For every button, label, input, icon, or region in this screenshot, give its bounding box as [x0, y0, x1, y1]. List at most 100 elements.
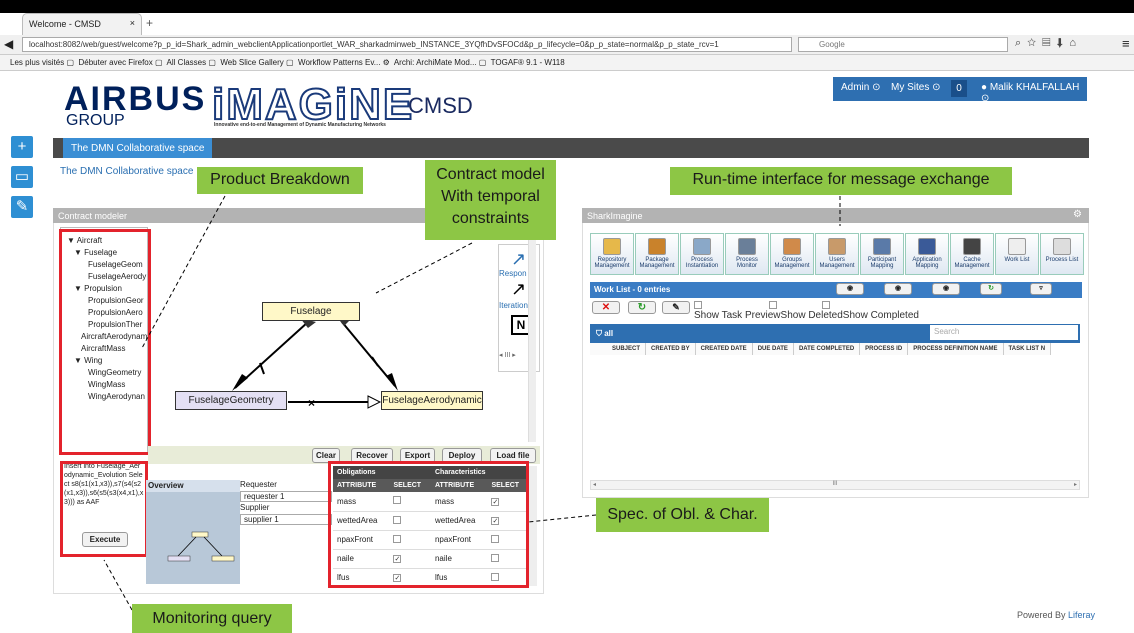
window-top-bar	[0, 0, 1134, 13]
scroll-right-icon[interactable]: ▸	[1074, 481, 1077, 488]
powered-by: Powered By	[1017, 610, 1066, 620]
node-fuselage-geometry[interactable]: FuselageGeometry	[175, 391, 287, 410]
worklist-search-input[interactable]: Search	[930, 325, 1078, 340]
arrowhead-right	[386, 373, 398, 391]
user-menu[interactable]: ● Malik KHALFALLAH ⊙	[981, 82, 1087, 104]
bookmark-item[interactable]: Archi: ArchiMate Mod...	[394, 58, 477, 67]
tool-work-list[interactable]: Work List	[995, 233, 1039, 275]
modeler-scrollbar[interactable]	[528, 232, 536, 442]
participant-mapping-icon	[873, 238, 891, 255]
edit-icon[interactable]: ✎	[662, 301, 690, 314]
overview-minimap	[167, 531, 235, 562]
node-fuselage-aerodynamic[interactable]: FuselageAerodynamic	[381, 391, 483, 410]
show-completed-checkbox[interactable]	[822, 301, 830, 309]
palette-scrollbar[interactable]: ◂ III ▸	[499, 351, 516, 359]
group-logo-text: GROUP	[66, 112, 125, 129]
column-header[interactable]: CREATED BY	[645, 343, 696, 355]
show-task-preview-checkbox[interactable]	[694, 301, 702, 309]
gear-icon[interactable]: ⚙	[1073, 209, 1082, 220]
tool-label: Application Mapping	[912, 257, 942, 269]
product-tree-highlight	[59, 229, 151, 455]
tool-label: Groups Management	[774, 257, 810, 269]
responsibility-arrow-icon[interactable]: ↗	[511, 249, 526, 270]
breadcrumb[interactable]: The DMN Collaborative space	[60, 166, 193, 177]
refresh-icon[interactable]: ↻	[980, 283, 1002, 295]
tool-repository-management[interactable]: Repository Management	[590, 233, 634, 275]
admin-menu[interactable]: Admin ⊙	[841, 82, 881, 93]
filter-icon[interactable]: ▿	[1030, 283, 1052, 295]
column-header[interactable]: PROCESS ID	[859, 343, 909, 355]
mysites-label: My Sites	[891, 82, 930, 93]
notification-count[interactable]: 0	[951, 80, 967, 97]
tab-title: Welcome - CMSD	[29, 19, 101, 29]
browser-tab[interactable]: Welcome - CMSD ×	[22, 13, 142, 35]
bookmark-item[interactable]: Workflow Patterns Ev...	[298, 58, 380, 67]
node-fuselage[interactable]: Fuselage	[262, 302, 360, 321]
new-tab-icon[interactable]: +	[146, 16, 153, 30]
shark-title: SharkImagine	[582, 208, 1089, 223]
tool-users-management[interactable]: Users Management	[815, 233, 859, 275]
chevron-down-icon: ⊙	[872, 82, 881, 93]
filter-all[interactable]: all	[604, 329, 613, 338]
chevron-down-icon: ⊙	[932, 82, 941, 93]
refresh-icon[interactable]: ↻	[628, 301, 656, 314]
horizontal-scrollbar[interactable]: ◂ III ▸	[590, 480, 1080, 490]
column-header[interactable]: TASK LIST N	[1003, 343, 1052, 355]
tool-cache-management[interactable]: Cache Management	[950, 233, 994, 275]
show-deleted-checkbox[interactable]	[769, 301, 777, 309]
bookmark-item[interactable]: Web Slice Gallery	[220, 58, 283, 67]
column-header[interactable]: CREATED DATE	[695, 343, 753, 355]
supplier-field[interactable]: supplier 1	[240, 514, 332, 525]
bookmark-item[interactable]: Les plus visités	[10, 58, 64, 67]
filter-icon: ⛉	[596, 329, 605, 338]
toolbar-icons[interactable]: ⌕☆▤⬇⌂	[1015, 37, 1082, 50]
arrowhead-left	[232, 374, 248, 391]
tool-process-instantiation[interactable]: Process Instantiation	[680, 233, 724, 275]
tool-process-monitor[interactable]: Process Monitor	[725, 233, 769, 275]
column-header[interactable]: SUBJECT	[590, 343, 647, 355]
tool-application-mapping[interactable]: Application Mapping	[905, 233, 949, 275]
bookmarks-bar: Les plus visités ▢ Débuter avec Firefox …	[0, 55, 1134, 71]
tool-label: Users Management	[819, 257, 855, 269]
delete-icon[interactable]: ✕	[592, 301, 620, 314]
tool-groups-management[interactable]: Groups Management	[770, 233, 814, 275]
back-icon[interactable]: ◀	[4, 37, 13, 51]
tool-process-list[interactable]: Process List	[1040, 233, 1084, 275]
avatar: ●	[981, 82, 988, 93]
add-icon[interactable]: +	[11, 136, 33, 158]
eye-icon[interactable]: ◉	[836, 283, 864, 295]
mysites-menu[interactable]: My Sites ⊙	[891, 82, 941, 93]
menu-icon[interactable]: ≡	[1122, 36, 1130, 51]
scroll-thumb: III	[504, 352, 511, 359]
tab-dmn-collaborative-space[interactable]: The DMN Collaborative space	[63, 138, 213, 158]
eye-icon[interactable]: ◉	[932, 283, 960, 295]
temporal-mark: ×	[308, 396, 315, 410]
preview-icon[interactable]: ▭	[11, 166, 33, 188]
scroll-left-icon[interactable]: ◂	[593, 481, 596, 488]
iteration-arrow-icon[interactable]: ↗	[511, 279, 526, 300]
column-header[interactable]: DATE COMPLETED	[793, 343, 861, 355]
column-header[interactable]: PROCESS DEFINITION NAME	[907, 343, 1004, 355]
shark-toolbar: Repository Management Package Management P…	[590, 233, 1084, 281]
palette-respon[interactable]: Respon	[499, 269, 527, 278]
search-box[interactable]: Google	[798, 37, 1008, 52]
eye-icon[interactable]: ◉	[884, 283, 912, 295]
liferay-link[interactable]: Liferay	[1068, 610, 1095, 620]
url-bar[interactable]: localhost:8082/web/guest/welcome?p_p_id=…	[22, 37, 792, 52]
bookmark-item[interactable]: Débuter avec Firefox	[78, 58, 152, 67]
edit-icon[interactable]: ✎	[11, 196, 33, 218]
bookmark-item[interactable]: TOGAF® 9.1 - W118	[491, 58, 565, 67]
tool-package-management[interactable]: Package Management	[635, 233, 679, 275]
site-title: CMSD	[408, 93, 473, 118]
close-tab-icon[interactable]: ×	[130, 18, 135, 28]
bookmark-item[interactable]: All Classes	[167, 58, 207, 67]
palette-iteration[interactable]: Iteration	[499, 301, 528, 310]
table-scrollbar[interactable]	[529, 466, 537, 586]
scroll-thumb: III	[832, 481, 838, 487]
tool-label: Process List	[1045, 257, 1079, 263]
requester-field[interactable]: requester 1	[240, 491, 332, 502]
work-list-icon	[1008, 238, 1026, 255]
column-header[interactable]: DUE DATE	[752, 343, 794, 355]
tool-participant-mapping[interactable]: Participant Mapping	[860, 233, 904, 275]
arrowhead-bottom	[367, 395, 382, 409]
